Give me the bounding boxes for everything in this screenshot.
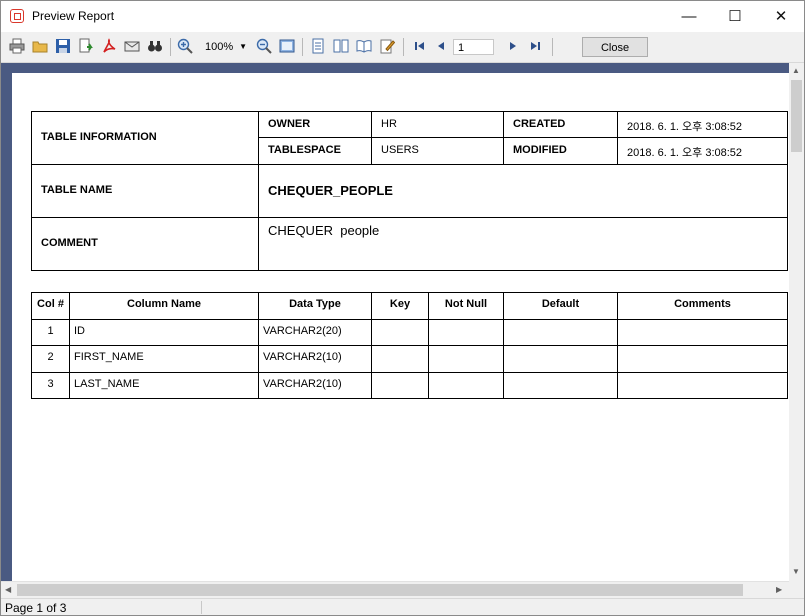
chevron-down-icon: ▼ <box>239 42 247 51</box>
comment-value: CHEQUER people <box>268 223 380 238</box>
last-page-icon[interactable] <box>526 38 544 56</box>
column-header-comments: Comments <box>674 298 731 310</box>
table-name-label: TABLE NAME <box>41 184 113 196</box>
row-2-col-number: 2 <box>47 351 54 363</box>
table-name-value: CHEQUER_PEOPLE <box>268 183 393 198</box>
first-page-icon[interactable] <box>411 38 429 56</box>
scroll-down-arrow-icon[interactable]: ▼ <box>792 567 800 576</box>
zoom-dropdown[interactable]: 100% ▼ <box>201 39 249 55</box>
scroll-left-arrow-icon[interactable]: ◀ <box>5 585 11 594</box>
zoom-in-icon[interactable] <box>176 38 194 56</box>
toolbar-separator <box>302 38 303 56</box>
row-2-data-type: VARCHAR2(10) <box>263 351 342 363</box>
zoom-out-icon[interactable] <box>255 38 273 56</box>
pdf-icon[interactable] <box>100 38 118 56</box>
vertical-scrollbar[interactable]: ▲ ▼ <box>789 63 804 597</box>
row-3-col-number: 3 <box>47 378 54 390</box>
modified-label: MODIFIED <box>513 144 567 156</box>
whole-page-icon[interactable] <box>278 38 296 56</box>
two-pages-icon[interactable] <box>332 38 350 56</box>
save-disk-icon[interactable] <box>54 38 72 56</box>
find-binoculars-icon[interactable] <box>146 38 164 56</box>
book-icon[interactable] <box>355 38 373 56</box>
column-header-not-null: Not Null <box>444 298 488 310</box>
horizontal-scrollbar[interactable]: ◀ ▶ <box>1 581 789 598</box>
report-page: TABLE INFORMATION OWNER HR CREATED 2018.… <box>12 73 789 581</box>
maximize-button[interactable]: ☐ <box>712 1 758 32</box>
open-folder-icon[interactable] <box>31 38 49 56</box>
close-window-button[interactable]: ✕ <box>758 1 804 32</box>
horizontal-scroll-thumb[interactable] <box>17 584 743 596</box>
row-1-data-type: VARCHAR2(20) <box>263 325 342 337</box>
vertical-scroll-thumb[interactable] <box>791 80 802 152</box>
row-1-col-number: 1 <box>47 325 54 337</box>
page-count-status: Page 1 of 3 <box>5 601 67 615</box>
status-bar: Page 1 of 3 <box>1 598 804 615</box>
edit-icon[interactable] <box>378 38 396 56</box>
row-3-column-name: LAST_NAME <box>74 378 140 390</box>
toolbar-separator <box>552 38 553 56</box>
close-button[interactable]: Close <box>582 37 648 57</box>
comment-label: COMMENT <box>41 237 98 249</box>
column-header-default: Default <box>541 298 580 310</box>
toolbar-separator <box>403 38 404 56</box>
modified-value: 2018. 6. 1. 오후 3:08:52 <box>627 147 743 159</box>
column-header-key: Key <box>389 298 411 310</box>
row-2-column-name: FIRST_NAME <box>74 351 144 363</box>
zoom-value: 100% <box>205 41 234 53</box>
minimize-button[interactable]: — <box>666 1 712 32</box>
toolbar-separator <box>170 38 171 56</box>
owner-label: OWNER <box>268 118 311 130</box>
app-icon <box>10 9 24 23</box>
column-header-data-type: Data Type <box>289 298 341 310</box>
scroll-up-arrow-icon[interactable]: ▲ <box>792 66 800 75</box>
tablespace-value: USERS <box>381 144 419 156</box>
preview-report-window: Preview Report — ☐ ✕ 100% ▼ 1 Close TABL… <box>0 0 805 616</box>
previous-page-icon[interactable] <box>432 38 450 56</box>
next-page-icon[interactable] <box>504 38 522 56</box>
page-number-input[interactable]: 1 <box>453 39 494 55</box>
created-label: CREATED <box>513 118 566 130</box>
column-header-column-name: Column Name <box>127 298 201 310</box>
table-information-label: TABLE INFORMATION <box>41 131 157 143</box>
created-value: 2018. 6. 1. 오후 3:08:52 <box>627 121 743 133</box>
export-icon[interactable] <box>77 38 95 56</box>
scroll-right-arrow-icon[interactable]: ▶ <box>776 585 782 594</box>
single-page-icon[interactable] <box>309 38 327 56</box>
tablespace-label: TABLESPACE <box>268 144 341 156</box>
toolbar: 100% ▼ 1 Close <box>1 32 804 63</box>
window-title: Preview Report <box>32 9 115 23</box>
row-3-data-type: VARCHAR2(10) <box>263 378 342 390</box>
column-header-col-number: Col # <box>37 298 64 310</box>
printer-icon[interactable] <box>8 38 26 56</box>
email-icon[interactable] <box>123 38 141 56</box>
status-divider <box>201 601 202 614</box>
owner-value: HR <box>381 118 397 130</box>
report-viewport[interactable]: TABLE INFORMATION OWNER HR CREATED 2018.… <box>1 63 789 581</box>
title-bar[interactable]: Preview Report — ☐ ✕ <box>1 1 804 32</box>
row-1-column-name: ID <box>74 325 85 337</box>
